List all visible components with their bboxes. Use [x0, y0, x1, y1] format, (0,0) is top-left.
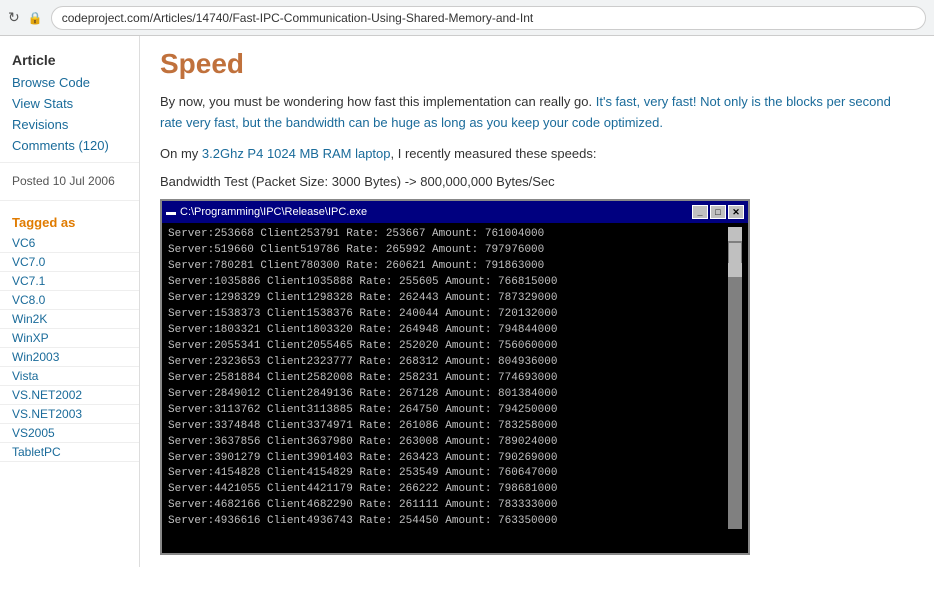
- cmd-line: Server:4682166 Client4682290 Rate: 26111…: [168, 498, 724, 514]
- url-bar[interactable]: [51, 6, 926, 30]
- section-heading: Speed: [160, 48, 914, 80]
- tag-vsnet2003[interactable]: VS.NET2003: [0, 405, 139, 424]
- cmd-line: Server:2581884 Client2582008 Rate: 25823…: [168, 371, 724, 387]
- cmd-line: Server:780281 Client780300 Rate: 260621 …: [168, 259, 724, 275]
- sidebar-link-view-stats[interactable]: View Stats: [0, 93, 139, 114]
- cmd-line: Server:4421055 Client4421179 Rate: 26622…: [168, 482, 724, 498]
- tag-win2003[interactable]: Win2003: [0, 348, 139, 367]
- cmd-line: Server:1538373 Client1538376 Rate: 24004…: [168, 307, 724, 323]
- cmd-scroll-thumb[interactable]: [729, 243, 741, 263]
- speed-line: On my 3.2Ghz P4 1024 MB RAM laptop, I re…: [160, 144, 914, 165]
- posted-info: Posted 10 Jul 2006: [0, 169, 139, 194]
- intro-paragraph: By now, you must be wondering how fast t…: [160, 92, 914, 134]
- tag-vc80[interactable]: VC8.0: [0, 291, 139, 310]
- cmd-line: Server:4154828 Client4154829 Rate: 25354…: [168, 466, 724, 482]
- cmd-scroll-up[interactable]: ▲: [728, 227, 742, 241]
- tag-vc70[interactable]: VC7.0: [0, 253, 139, 272]
- cmd-window: ▬ C:\Programming\IPC\Release\IPC.exe _ □…: [160, 199, 750, 555]
- sidebar-divider-1: [0, 162, 139, 163]
- cmd-icon: ▬: [166, 207, 176, 218]
- cmd-scroll-down[interactable]: ▼: [728, 263, 742, 277]
- intro-text-normal: By now, you must be wondering how fast t…: [160, 94, 596, 109]
- page-layout: Article Browse Code View Stats Revisions…: [0, 36, 934, 567]
- cmd-line: Server:1035886 Client1035888 Rate: 25560…: [168, 275, 724, 291]
- cmd-line: Server:1298329 Client1298328 Rate: 26244…: [168, 291, 724, 307]
- cmd-restore-button[interactable]: □: [710, 205, 726, 219]
- sidebar-link-comments[interactable]: Comments (120): [0, 135, 139, 156]
- cmd-body: Server:253668 Client253791 Rate: 253667 …: [162, 223, 748, 533]
- cmd-titlebar: ▬ C:\Programming\IPC\Release\IPC.exe _ □…: [162, 201, 748, 223]
- cmd-title-text: C:\Programming\IPC\Release\IPC.exe: [180, 206, 367, 218]
- tag-vs2005[interactable]: VS2005: [0, 424, 139, 443]
- cmd-line: Server:1803321 Client1803320 Rate: 26494…: [168, 323, 724, 339]
- tag-tabletpc[interactable]: TabletPC: [0, 443, 139, 462]
- cmd-line: Server:2323653 Client2323777 Rate: 26831…: [168, 355, 724, 371]
- sidebar: Article Browse Code View Stats Revisions…: [0, 36, 140, 567]
- speed-line-text-2: , I recently measured these speeds:: [391, 146, 597, 161]
- tag-vsnet2002[interactable]: VS.NET2002: [0, 386, 139, 405]
- lock-icon: 🔒: [28, 11, 43, 25]
- tag-vista[interactable]: Vista: [0, 367, 139, 386]
- cmd-line: Server:3637856 Client3637980 Rate: 26300…: [168, 435, 724, 451]
- sidebar-link-revisions[interactable]: Revisions: [0, 114, 139, 135]
- tag-winxp[interactable]: WinXP: [0, 329, 139, 348]
- cmd-line: Server:4936616 Client4936743 Rate: 25445…: [168, 514, 724, 529]
- cmd-line: Server:519660 Client519786 Rate: 265992 …: [168, 243, 724, 259]
- cmd-close-button[interactable]: ✕: [728, 205, 744, 219]
- refresh-icon[interactable]: ↻: [8, 9, 20, 26]
- cmd-line: Server:3113762 Client3113885 Rate: 26475…: [168, 403, 724, 419]
- cmd-line: Server:3901279 Client3901403 Rate: 26342…: [168, 451, 724, 467]
- cmd-minimize-button[interactable]: _: [692, 205, 708, 219]
- cmd-line: Server:2849012 Client2849136 Rate: 26712…: [168, 387, 724, 403]
- tag-vc71[interactable]: VC7.1: [0, 272, 139, 291]
- cmd-line: Server:253668 Client253791 Rate: 253667 …: [168, 227, 724, 243]
- tag-vc6[interactable]: VC6: [0, 234, 139, 253]
- tag-win2k[interactable]: Win2K: [0, 310, 139, 329]
- cmd-title-left: ▬ C:\Programming\IPC\Release\IPC.exe: [166, 206, 367, 218]
- cmd-text-area: Server:253668 Client253791 Rate: 253667 …: [168, 227, 724, 529]
- cmd-line: Server:2055341 Client2055465 Rate: 25202…: [168, 339, 724, 355]
- main-content: Speed By now, you must be wondering how …: [140, 36, 934, 567]
- sidebar-divider-2: [0, 200, 139, 201]
- sidebar-link-browse-code[interactable]: Browse Code: [0, 72, 139, 93]
- cmd-footer: [162, 533, 748, 553]
- speed-line-text-1: On my: [160, 146, 202, 161]
- tagged-as-title: Tagged as: [0, 207, 139, 234]
- browser-bar: ↻ 🔒: [0, 0, 934, 36]
- cmd-scrollbar[interactable]: ▲ ▼: [728, 227, 742, 529]
- bandwidth-text: Bandwidth Test (Packet Size: 3000 Bytes)…: [160, 174, 914, 189]
- cmd-line: Server:3374848 Client3374971 Rate: 26108…: [168, 419, 724, 435]
- speed-line-highlight: 3.2Ghz P4 1024 MB RAM laptop: [202, 146, 391, 161]
- cmd-controls: _ □ ✕: [692, 205, 744, 219]
- article-section-title: Article: [0, 46, 139, 72]
